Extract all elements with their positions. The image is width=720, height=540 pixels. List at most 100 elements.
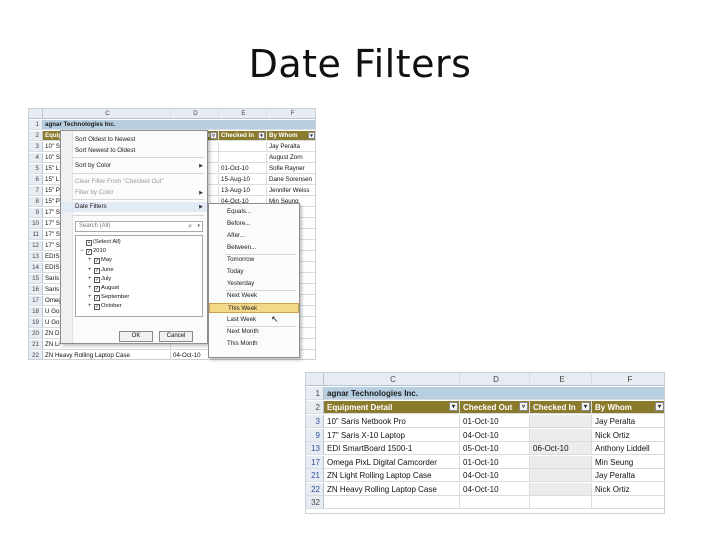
table-row: 1 agnar Technologies Inc. xyxy=(29,120,315,130)
search-placeholder: Search (All) xyxy=(79,223,111,229)
tree-item[interactable]: + ✓ May xyxy=(88,256,112,265)
table-cell: August Zorn xyxy=(267,153,315,163)
checkbox[interactable]: ✓ xyxy=(94,258,100,265)
table-cell: EDI SmartBoard 1500-1 xyxy=(324,442,460,455)
filter-dropdown-icon[interactable]: ▾ xyxy=(449,402,458,411)
submenu-arrow-icon: ▶ xyxy=(199,190,203,196)
date-filter-item[interactable]: After... xyxy=(209,231,299,241)
table-row: 22 ZN Heavy Rolling Laptop Case 04-Oct-10 N… xyxy=(306,482,664,496)
checkbox[interactable]: ▪ xyxy=(86,240,92,246)
checkbox[interactable]: ✓ xyxy=(94,286,100,292)
table-cell: Jay Peralta xyxy=(267,142,315,152)
menu-item[interactable]: Sort Newest to Oldest xyxy=(61,146,207,156)
table-cell: Anthony Liddell xyxy=(592,442,664,455)
row-number: 4 xyxy=(29,153,43,163)
table-cell: 01-Oct-10 xyxy=(460,455,530,469)
row-number: 8 xyxy=(29,197,43,207)
table-cell: 06-Oct-10 xyxy=(530,442,592,455)
menu-item[interactable]: Date Filters ▶ xyxy=(61,202,207,212)
checkbox[interactable]: ✓ xyxy=(86,249,92,256)
tree-item-label: June xyxy=(101,266,114,273)
date-filter-item[interactable]: Between... xyxy=(209,243,299,253)
tree-item[interactable]: + ✓ August xyxy=(88,284,119,293)
cancel-button[interactable]: Cancel xyxy=(159,331,193,342)
filter-dropdown-icon[interactable]: ▾ xyxy=(258,132,265,139)
menu-separator xyxy=(73,215,204,216)
table-cell xyxy=(460,496,530,509)
tree-item-label: 2010 xyxy=(93,248,106,255)
row-number: 13 xyxy=(306,442,324,455)
row-number: 9 xyxy=(306,428,324,442)
column-header-c[interactable]: C xyxy=(324,373,460,386)
column-header-f[interactable]: F xyxy=(267,109,315,119)
date-filter-item[interactable]: Next Week xyxy=(209,291,299,301)
column-header-f[interactable]: F xyxy=(592,373,664,386)
tree-item[interactable]: + ✓ October xyxy=(88,302,122,311)
row-number: 2 xyxy=(306,401,324,414)
table-cell: ZN Heavy Rolling Laptop Case xyxy=(43,351,171,359)
chevron-down-icon[interactable]: ▾ xyxy=(197,222,200,231)
date-filter-item[interactable]: This Month xyxy=(209,339,299,349)
row-number: 19 xyxy=(29,318,43,328)
table-cell: ZN Light Rolling Laptop Case xyxy=(324,469,460,482)
checkbox[interactable]: ✓ xyxy=(94,267,100,274)
filter-dropdown-icon[interactable]: ▾ xyxy=(581,402,590,411)
menu-item[interactable]: Sort by Color ▶ xyxy=(61,161,207,171)
row-number: 10 xyxy=(29,219,43,229)
date-filter-item[interactable]: Next Month xyxy=(209,327,299,337)
tree-item[interactable]: + ✓ September xyxy=(88,293,129,302)
filter-active-icon[interactable]: ▿ xyxy=(519,402,528,411)
table-cell: Jennifer Weiss xyxy=(267,186,315,196)
checkbox[interactable]: ✓ xyxy=(94,276,100,283)
checkbox[interactable]: ✓ xyxy=(94,295,100,302)
tree-item[interactable]: + ✓ June xyxy=(88,266,114,275)
table-cell: 13-Aug-10 xyxy=(219,186,267,196)
column-header-e[interactable]: E xyxy=(219,109,267,119)
filter-active-icon[interactable]: ▿ xyxy=(210,132,217,139)
search-icon: ⌕ xyxy=(188,223,192,230)
filter-search-input[interactable]: Search (All) ⌕ ▾ xyxy=(75,221,203,232)
filter-dropdown-icon[interactable]: ▾ xyxy=(308,132,315,139)
table-cell: ZN Heavy Rolling Laptop Case xyxy=(324,482,460,496)
date-filter-item[interactable]: Today xyxy=(209,267,299,277)
table-cell: 04-Oct-10 xyxy=(460,482,530,496)
date-filter-item[interactable]: Last Week xyxy=(209,315,299,325)
column-header-row: C D E F xyxy=(306,373,664,386)
header-equipment-detail: Equipment Detail ▾ xyxy=(324,401,460,414)
date-filters-submenu: Equals... Before... After... Between... Tomo… xyxy=(208,203,300,358)
header-row: 2 Equipment Detail ▾ Checked Out ▿ Check… xyxy=(306,401,664,414)
filter-dropdown-icon[interactable]: ▾ xyxy=(655,402,664,411)
ok-button[interactable]: OK xyxy=(119,331,153,342)
row-number: 1 xyxy=(29,120,43,130)
submenu-arrow-icon: ▶ xyxy=(199,163,203,169)
header-cell: By Whom ▾ xyxy=(267,131,315,141)
table-row: 9 17" Saris X-10 Laptop 04-Oct-10 Nick Orti… xyxy=(306,428,664,442)
table-row: 17 Omega PixL Digital Camcorder 01-Oct-10 M… xyxy=(306,455,664,469)
date-filter-item[interactable]: Equals... xyxy=(209,207,299,217)
select-all-corner[interactable] xyxy=(29,109,43,119)
date-filter-item[interactable]: Yesterday xyxy=(209,279,299,289)
column-header-d[interactable]: D xyxy=(171,109,219,119)
header-checked-out: Checked Out ▿ xyxy=(460,401,530,414)
column-header-c[interactable]: C xyxy=(43,109,171,119)
column-header-e[interactable]: E xyxy=(530,373,592,386)
date-filter-item[interactable]: Tomorrow xyxy=(209,255,299,265)
select-all-corner[interactable] xyxy=(306,373,324,386)
row-number: 1 xyxy=(306,387,324,400)
row-number: 6 xyxy=(29,175,43,185)
table-cell: 04-Oct-10 xyxy=(460,469,530,482)
table-cell xyxy=(530,482,592,496)
table-cell xyxy=(219,142,267,152)
tree-item-label: October xyxy=(101,303,122,310)
checkbox[interactable]: ✓ xyxy=(94,304,100,311)
row-number: 22 xyxy=(306,482,324,496)
date-filter-item[interactable]: Before... xyxy=(209,219,299,229)
column-header-d[interactable]: D xyxy=(460,373,530,386)
row-number: 21 xyxy=(306,469,324,482)
tree-item[interactable]: + ✓ July xyxy=(88,275,111,284)
tree-item[interactable]: − ✓ 2010 xyxy=(80,247,106,256)
date-filter-item[interactable]: This Week xyxy=(209,303,299,313)
menu-item[interactable]: Sort Oldest to Newest xyxy=(61,135,207,145)
table-cell: Jay Peralta xyxy=(592,415,664,428)
tree-item[interactable]: ▪ (Select All) xyxy=(80,238,121,247)
